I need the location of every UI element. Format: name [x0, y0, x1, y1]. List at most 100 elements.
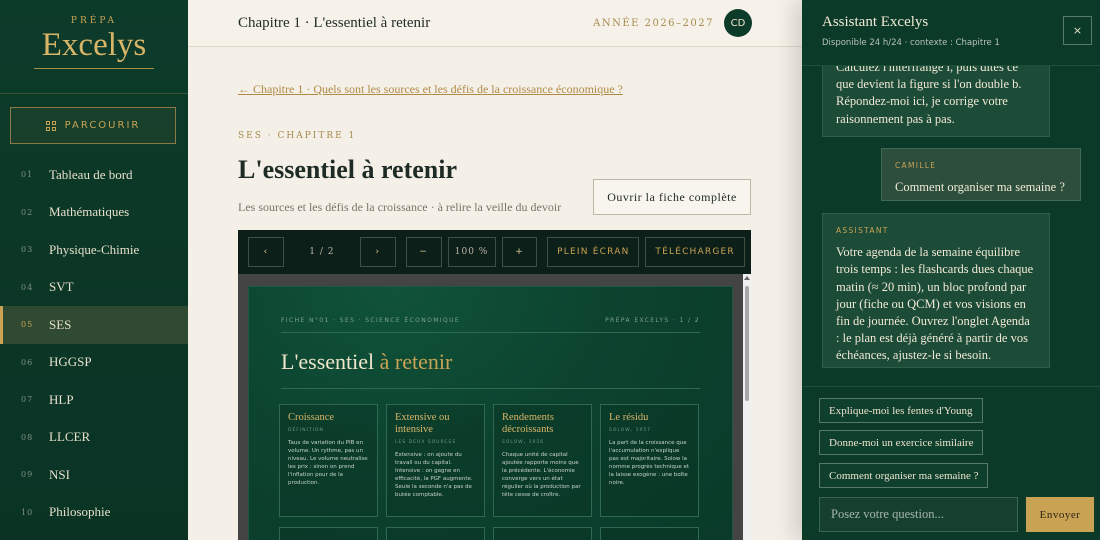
nav-label: SES [49, 316, 72, 332]
sidebar-item-llcer[interactable]: 08 LLCER [0, 419, 188, 457]
card-title: Rendements décroissants [502, 412, 554, 435]
suggestion-chip[interactable]: Explique-moi les fentes d'Young [819, 398, 983, 423]
document-header-left: FICHE N°01 · SES · SCIENCE ÉCONOMIQUE [281, 317, 461, 324]
sidebar-item-hlp[interactable]: 07 HLP [0, 381, 188, 419]
nav-label: SVT [49, 279, 74, 295]
next-page-button[interactable]: › [359, 237, 396, 267]
open-full-sheet-button[interactable]: Ouvrir la fiche complète [593, 179, 751, 215]
message-text: Comment organiser ma semaine ? [895, 180, 1065, 195]
nav-number: 08 [21, 432, 34, 442]
nav-number: 06 [21, 357, 34, 367]
nav-label: Tableau de bord [49, 166, 133, 182]
card-title: Extensive ou intensive [395, 412, 450, 435]
question-input[interactable]: Posez votre question... [819, 497, 1018, 532]
sidebar-item-hggsp[interactable]: 06 HGGSP [0, 344, 188, 382]
brand-underline [34, 68, 154, 69]
send-button[interactable]: Envoyer [1026, 497, 1094, 532]
nav-label: HGGSP [49, 354, 92, 370]
nav-label: Physique-Chimie [49, 241, 140, 257]
close-button[interactable]: × [1063, 16, 1092, 45]
zoom-level: 100 % [447, 237, 496, 267]
message-author: ASSISTANT [836, 226, 889, 235]
nav-number: 07 [21, 395, 34, 405]
card-body: La part de la croissance que l'accumulat… [609, 440, 690, 486]
document-canvas[interactable]: FICHE N°01 · SES · SCIENCE ÉCONOMIQUE PR… [238, 274, 743, 540]
concept-card [386, 527, 485, 540]
avatar[interactable]: CD [724, 9, 752, 37]
sidebar-item-nsi[interactable]: 09 NSI [0, 456, 188, 494]
assistant-panel: Assistant Excelys Disponible 24 h/24 · c… [802, 0, 1100, 540]
card-subtitle: SOLOW, 1957 [609, 428, 652, 433]
card-body: Extensive : on ajoute du travail ou du c… [395, 452, 473, 498]
nav-number: 04 [21, 282, 34, 292]
card-subtitle: DÉFINITION [288, 428, 324, 433]
nav-number: 03 [21, 245, 34, 255]
card-body: Chaque unité de capital ajoutée rapporte… [502, 452, 581, 498]
browse-button[interactable]: PARCOURIR [10, 107, 176, 144]
zoom-out-button[interactable]: − [405, 237, 442, 267]
suggestion-chip[interactable]: Donne-moi un exercice similaire [819, 430, 984, 455]
fullscreen-button[interactable]: PLEIN ÉCRAN [547, 237, 640, 267]
sidebar-item-svt[interactable]: 04 SVT [0, 269, 188, 307]
brand-name: Excelys [41, 27, 147, 63]
nav-label: LLCER [49, 429, 91, 445]
prev-page-button[interactable]: ‹ [248, 237, 284, 267]
school-year: ANNÉE 2026–2027 [593, 17, 714, 29]
document-header-right: PRÉPA EXCELYS · 1 / 2 [605, 317, 700, 324]
concept-card: Extensive ou intensive LES DEUX SOURCES … [386, 404, 485, 517]
sidebar-item-dashboard[interactable]: 01 Tableau de bord [0, 156, 188, 194]
page-indicator: 1 / 2 [309, 247, 335, 257]
browse-label: PARCOURIR [64, 120, 141, 131]
sidebar-item-maths[interactable]: 02 Mathématiques [0, 194, 188, 232]
assistant-message: Calculez l'interfrange i, puis dites ce … [822, 66, 1050, 137]
card-title: Croissance [288, 412, 335, 423]
suggestion-chip[interactable]: Comment organiser ma semaine ? [819, 463, 989, 488]
concept-cards-row-2 [279, 527, 699, 540]
nav-number: 05 [21, 320, 34, 330]
document-title-accent: à retenir [379, 349, 453, 374]
assistant-header: Assistant Excelys Disponible 24 h/24 · c… [802, 0, 1100, 66]
zoom-in-button[interactable]: + [501, 237, 538, 267]
brand-logo[interactable]: PRÉPA Excelys [0, 0, 188, 94]
page-title: L'essentiel à retenir [238, 155, 458, 184]
scrollbar-thumb[interactable] [745, 286, 749, 401]
sidebar-item-philosophy[interactable]: 10 Philosophie [0, 494, 188, 532]
message-text: Votre agenda de la semaine équilibre tro… [836, 245, 1034, 363]
main-content: Chapitre 1 · L'essentiel à retenir ANNÉE… [188, 0, 802, 540]
nav-label: NSI [49, 466, 70, 482]
concept-card: Rendements décroissants SOLOW, 1956 Chaq… [493, 404, 592, 517]
download-button[interactable]: TÉLÉCHARGER [645, 237, 746, 267]
document-title-main: L'essentiel [281, 349, 380, 374]
brand-prefix: PRÉPA [70, 16, 118, 26]
nav-label: Philosophie [49, 504, 111, 520]
concept-card [493, 527, 592, 540]
panel-divider [802, 386, 1100, 387]
back-to-chapter-link[interactable]: ← Chapitre 1 · Quels sont les sources et… [238, 82, 623, 97]
nav-number: 10 [21, 507, 34, 517]
document-divider [281, 332, 700, 333]
page-header-title: Chapitre 1 · L'essentiel à retenir [238, 14, 431, 31]
user-message: CAMILLE Comment organiser ma semaine ? [881, 148, 1081, 201]
scroll-up-icon[interactable] [744, 276, 750, 280]
concept-card [600, 527, 699, 540]
card-subtitle: SOLOW, 1956 [502, 440, 545, 445]
concept-card: Croissance DÉFINITION Taux de variation … [279, 404, 378, 517]
top-bar: Chapitre 1 · L'essentiel à retenir ANNÉE… [188, 0, 802, 47]
viewer-scrollbar[interactable] [743, 274, 751, 540]
assistant-title: Assistant Excelys [822, 14, 929, 30]
chat-thread[interactable]: Calculez l'interfrange i, puis dites ce … [802, 66, 1100, 386]
nav-number: 02 [21, 207, 34, 217]
concept-card: Le résidu SOLOW, 1957 La part de la croi… [600, 404, 699, 517]
sidebar-item-physics[interactable]: 03 Physique-Chimie [0, 231, 188, 269]
nav-label: Mathématiques [49, 204, 130, 220]
document-divider [281, 388, 700, 389]
assistant-subtitle: Disponible 24 h/24 · contexte : Chapitre… [822, 38, 1000, 48]
message-author: CAMILLE [895, 161, 937, 170]
document-header: FICHE N°01 · SES · SCIENCE ÉCONOMIQUE PR… [281, 317, 700, 324]
page-subtitle: Les sources et les défis de la croissanc… [238, 200, 562, 214]
sidebar-item-ses[interactable]: 05 SES [0, 306, 188, 344]
viewer-toolbar: ‹ 1 / 2 › − 100 % + PLEIN ÉCRAN TÉLÉCHAR… [238, 230, 751, 274]
document-title: L'essentiel à retenir [281, 349, 452, 375]
nav-number: 09 [21, 470, 34, 480]
assistant-message: ASSISTANT Votre agenda de la semaine équ… [822, 213, 1050, 368]
